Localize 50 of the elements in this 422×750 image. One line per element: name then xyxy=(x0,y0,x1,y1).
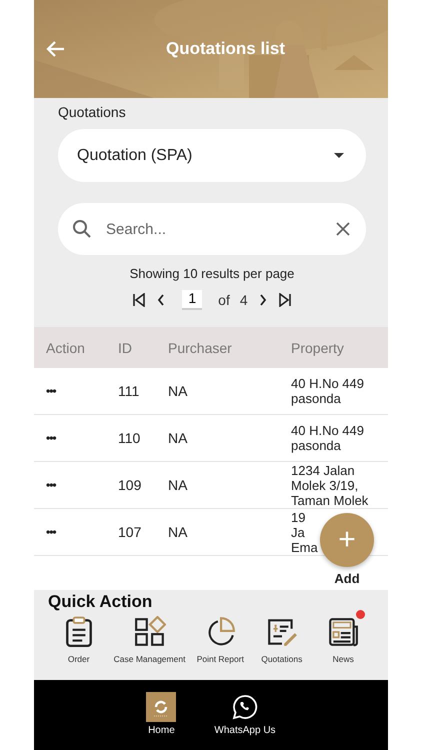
table-cell-text: NA xyxy=(168,524,188,540)
search-icon xyxy=(72,219,92,239)
table-cell: 40 H.No 449 pasonda xyxy=(291,423,364,453)
column-header: Purchaser xyxy=(168,340,233,356)
document-pen-icon[interactable] xyxy=(266,616,298,648)
quotation-type-dropdown[interactable]: Quotation (SPA) xyxy=(58,129,366,182)
page-title: Quotations list xyxy=(166,39,285,59)
column-header: Property xyxy=(291,340,344,356)
next-page-icon[interactable] xyxy=(258,293,268,307)
quick-action-label[interactable]: Point Report xyxy=(196,654,244,664)
first-page-icon[interactable] xyxy=(132,293,146,307)
column-header: Action xyxy=(45,340,86,356)
row-actions-menu[interactable]: ••• xyxy=(34,478,118,492)
table-cell-text: 110 xyxy=(118,430,142,446)
quick-action-label[interactable]: Case Management xyxy=(114,654,186,664)
nav-label[interactable]: Home xyxy=(148,725,175,736)
search-field[interactable]: Search... xyxy=(58,203,366,255)
row-actions-menu[interactable]: ••• xyxy=(34,431,118,445)
page-of-label: of xyxy=(218,292,230,308)
table-cell-text: 107 xyxy=(118,524,142,540)
table-cell: 40 H.No 449 pasonda xyxy=(291,376,364,406)
newspaper-icon[interactable] xyxy=(327,616,360,648)
quick-action-label[interactable]: Quotations xyxy=(261,654,302,664)
table-cell-text: 109 xyxy=(118,477,142,493)
back-arrow-icon[interactable] xyxy=(46,39,66,59)
page-number-field[interactable]: 1 xyxy=(182,290,202,310)
field-label: Quotations xyxy=(58,104,127,120)
table-cell: 1234 Jalan Molek 3/19, Taman Molek xyxy=(291,462,368,508)
quick-action-label[interactable]: News xyxy=(332,654,354,664)
previous-page-icon[interactable] xyxy=(156,293,166,307)
table-cell-text: NA xyxy=(168,430,188,446)
caret-icon xyxy=(334,153,344,158)
section-title: Quick Action xyxy=(48,592,154,612)
quick-action-label[interactable]: Order xyxy=(68,654,90,664)
last-page-icon[interactable] xyxy=(278,293,292,307)
page-total: 4 xyxy=(240,292,248,308)
results-summary: Showing 10 results per page xyxy=(128,266,296,281)
column-header: ID xyxy=(118,340,133,356)
row-actions-menu[interactable]: ••• xyxy=(34,525,118,539)
row-actions-menu[interactable]: ••• xyxy=(34,384,118,398)
table-cell-text: NA xyxy=(168,383,188,399)
home-logo-icon[interactable] xyxy=(146,692,176,722)
table-cell-text: 111 xyxy=(118,383,140,399)
table-cell: 19 Ja Ema xyxy=(291,510,318,554)
add-label: Add xyxy=(334,571,360,586)
nav-label[interactable]: WhatsApp Us xyxy=(214,725,276,736)
clear-icon[interactable] xyxy=(336,222,350,236)
table-cell-text: NA xyxy=(168,477,188,493)
whatsapp-icon[interactable] xyxy=(230,692,260,722)
grid-icon[interactable] xyxy=(134,616,166,648)
